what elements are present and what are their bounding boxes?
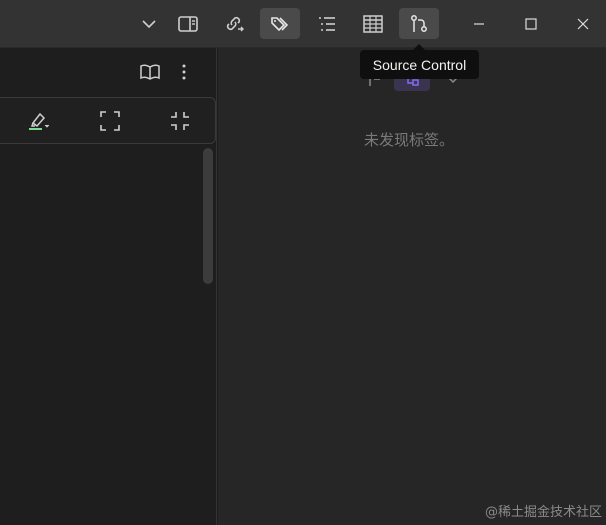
close-icon[interactable]	[563, 8, 603, 39]
tags-pane: 未发现标签。	[218, 48, 606, 525]
watermark: @稀土掘金技术社区	[484, 505, 602, 520]
title-bar	[0, 0, 606, 48]
outgoing-links-icon[interactable]	[214, 8, 254, 39]
sidebar-toggle-icon[interactable]	[168, 8, 208, 39]
source-control-tooltip: Source Control	[360, 44, 479, 79]
formatting-toolbar	[0, 97, 216, 144]
expand-icon[interactable]	[97, 108, 123, 134]
scrollbar-thumb[interactable]	[203, 148, 213, 284]
outline-icon[interactable]	[307, 8, 347, 39]
highlighter-dropdown-icon[interactable]	[25, 108, 51, 134]
maximize-icon[interactable]	[511, 8, 551, 39]
empty-state-message: 未发现标签。	[364, 131, 455, 149]
chevron-down-icon[interactable]	[129, 8, 169, 39]
minimize-icon[interactable]	[459, 8, 499, 39]
reading-view-icon[interactable]	[139, 61, 161, 83]
table-icon[interactable]	[353, 8, 393, 39]
left-pane	[0, 48, 217, 525]
collapse-icon[interactable]	[167, 108, 193, 134]
tags-icon[interactable]	[260, 8, 300, 39]
more-options-icon[interactable]	[173, 61, 195, 83]
source-control-icon[interactable]	[399, 8, 439, 39]
